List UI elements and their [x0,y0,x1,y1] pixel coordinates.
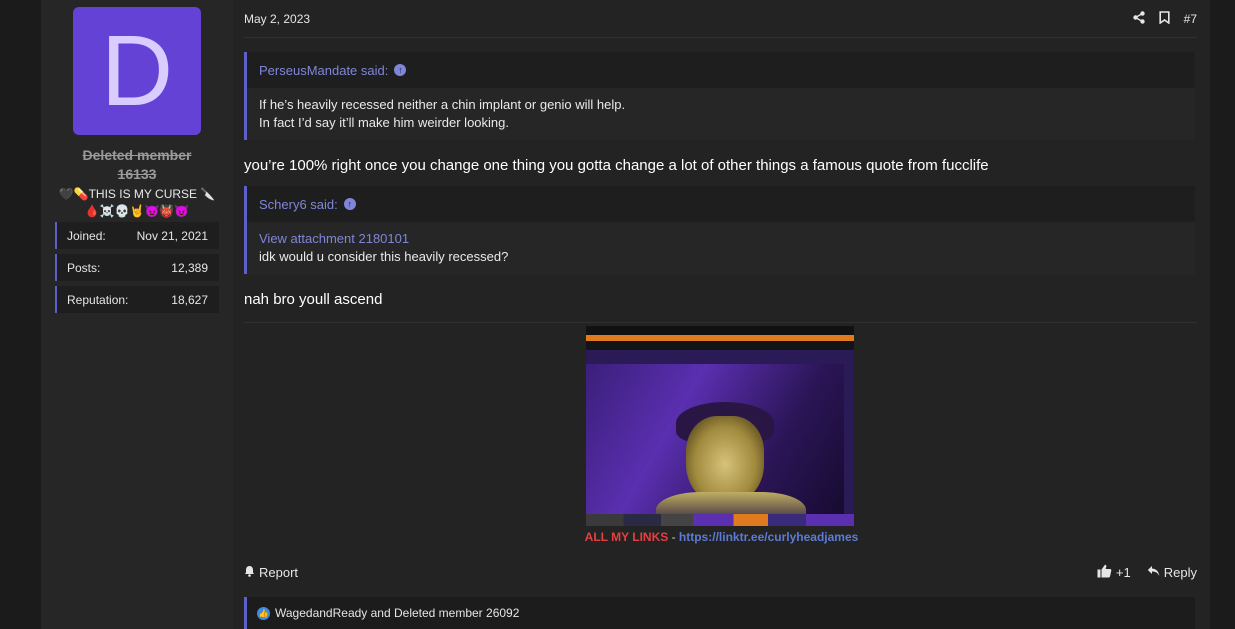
post-tools: #7 [1132,10,1197,27]
stat-reputation: Reputation: 18,627 [55,286,219,313]
arrow-up-icon[interactable]: ↑ [394,64,407,76]
user-title: 🖤💊THIS IS MY CURSE 🔪 🩸☠️💀🤘👿👹😈 [51,186,223,220]
username-line1: Deleted member [82,147,192,163]
signature-image [586,326,854,526]
avatar-letter: D [100,15,174,127]
stat-posts: Posts: 12,389 [55,254,219,281]
user-details: D Deleted member 16133 🖤💊THIS IS MY CURS… [41,0,233,629]
arrow-up-icon[interactable]: ↑ [343,198,356,210]
forum-post: D Deleted member 16133 🖤💊THIS IS MY CURS… [41,0,1210,629]
quote-text-line: In fact I’d say it’ll make him weirder l… [259,115,509,130]
quote-header[interactable]: Schery6 said: ↑ [247,186,1195,222]
reply-label: Reply [1163,564,1197,580]
reactions-text[interactable]: WagedandReady and Deleted member 26092 [275,606,519,620]
report-label: Report [259,564,299,580]
post-main: May 2, 2023 #7 PerseusMandate said: ↑ If… [233,0,1210,629]
quote-header[interactable]: PerseusMandate said: ↑ [247,52,1195,88]
reply-button[interactable]: Reply [1147,565,1197,580]
bell-icon [244,565,255,580]
signature-divider [244,322,1197,323]
thumbs-up-icon [1097,564,1112,581]
username-line2: 16133 [117,166,157,182]
sig-image-topbar [586,326,854,335]
reply-text-2: nah bro youll ascend [244,291,383,308]
stat-label: Joined: [67,228,106,243]
avatar[interactable]: D [73,7,201,135]
sig-image-browser-bar [586,341,854,350]
quote-author[interactable]: Schery6 said: [259,197,338,212]
stat-value: 12,389 [171,260,208,275]
user-title-line2: 🩸☠️💀🤘👿👹😈 [84,204,190,218]
signature-links: ALL MY LINKS - https://linktr.ee/curlyhe… [233,530,1210,544]
page-background-right [1210,0,1235,629]
quote-block-2: Schery6 said: ↑ View attachment 2180101 … [244,186,1195,274]
like-button[interactable]: +1 [1097,564,1131,581]
stat-value: 18,627 [171,292,208,307]
stat-label: Posts: [67,260,101,275]
quote-text-line: If he’s heavily recessed neither a chin … [259,97,626,112]
signature-separator: - [668,530,679,544]
post-number[interactable]: #7 [1184,12,1197,26]
like-count: +1 [1115,564,1131,580]
post-date[interactable]: May 2, 2023 [244,12,310,26]
post-actions-right: +1 Reply [1097,564,1197,581]
quote-body: View attachment 2180101 idk would u cons… [247,222,1195,274]
attachment-link[interactable]: View attachment 2180101 [259,230,1183,248]
share-icon[interactable] [1132,10,1145,27]
reply-text-1: you’re 100% right once you change one th… [244,157,989,174]
stat-label: Reputation: [67,292,129,307]
quote-author[interactable]: PerseusMandate said: [259,63,388,78]
stat-joined: Joined: Nov 21, 2021 [55,222,219,249]
sig-image-scene [586,364,844,526]
reactions-bar[interactable]: 👍 WagedandReady and Deleted member 26092 [244,597,1195,629]
post-attribution: May 2, 2023 #7 [244,0,1197,38]
quote-block-1: PerseusMandate said: ↑ If he’s heavily r… [244,52,1195,140]
sig-image-thumbnail-strip [586,514,854,526]
sig-image-face [686,416,764,504]
post-actions: Report +1 Reply [244,560,1197,584]
stat-value: Nov 21, 2021 [136,228,208,243]
username[interactable]: Deleted member 16133 [41,146,233,184]
signature-red-text: ALL MY LINKS [584,530,669,544]
user-title-line1: 🖤💊THIS IS MY CURSE 🔪 [58,187,216,201]
quote-body: If he’s heavily recessed neither a chin … [247,88,1195,140]
like-reaction-icon: 👍 [257,606,270,620]
page-background-left [0,0,41,629]
report-button[interactable]: Report [244,565,298,580]
signature-link[interactable]: https://linktr.ee/curlyheadjames [679,530,858,544]
quote-text-line: idk would u consider this heavily recess… [259,249,509,264]
bookmark-icon[interactable] [1159,10,1170,27]
reply-icon [1147,565,1160,580]
